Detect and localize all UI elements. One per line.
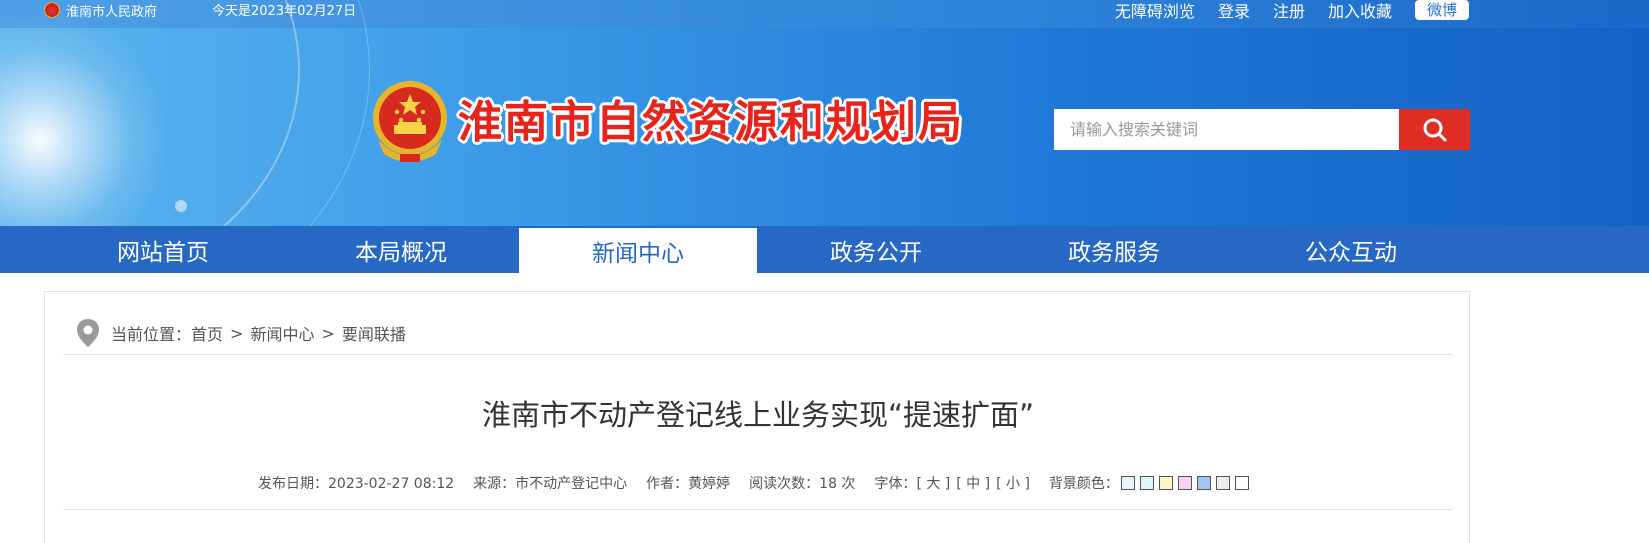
bg-swatch[interactable] [1120,476,1135,490]
location-pin-icon [77,319,99,347]
bg-swatch[interactable] [1215,476,1230,490]
bg-color-label: 背景颜色： [1048,476,1119,492]
breadcrumb-separator: > [321,323,335,343]
nav-home[interactable]: 网站首页 [44,226,282,273]
bg-swatch[interactable] [1158,476,1173,490]
site-title: 淮南市自然资源和规划局 [458,97,964,148]
search-input[interactable] [1054,109,1399,150]
nav-interaction[interactable]: 公众互动 [1232,226,1470,273]
read-count: 阅读次数：18 次 [749,476,856,492]
gov-link-label: 淮南市人民政府 [66,4,158,20]
weibo-button[interactable]: 微博 [1414,0,1469,20]
bg-color-swatches [1120,476,1249,490]
nav-about[interactable]: 本局概况 [282,226,520,273]
article-title: 淮南市不动产登记线上业务实现“提速扩面” [481,398,1035,432]
search-button[interactable] [1399,109,1470,150]
bg-swatch[interactable] [1196,476,1211,490]
breadcrumb: 当前位置： 首页 > 新闻中心 > 要闻联播 [75,318,406,348]
breadcrumb-headlines[interactable]: 要闻联播 [342,321,406,345]
font-size-large[interactable]: [ 大 ] [916,473,950,493]
nav-services[interactable]: 政务服务 [995,226,1233,273]
bookmark-link[interactable]: 加入收藏 [1328,0,1392,22]
divider [63,354,1451,355]
gov-link[interactable]: 淮南市人民政府 [44,0,157,20]
article-meta: 发布日期：2023-02-27 08:12 来源：市不动产登记中心 作者：黄婷婷… [258,473,1249,493]
bg-swatch[interactable] [1139,476,1154,490]
bg-swatch[interactable] [1177,476,1192,490]
breadcrumb-separator: > [230,323,244,343]
top-links: 无障碍浏览 登录 注册 加入收藏 微博 [1115,0,1469,22]
national-emblem-icon [373,81,447,162]
bg-swatch[interactable] [1234,476,1249,490]
breadcrumb-news[interactable]: 新闻中心 [250,321,314,345]
breadcrumb-prefix: 当前位置： [111,325,192,344]
breadcrumb-home[interactable]: 首页 [191,321,223,345]
article-source: 来源：市不动产登记中心 [473,476,628,492]
article-card: 当前位置： 首页 > 新闻中心 > 要闻联播 淮南市不动产登记线上业务实现“提速… [44,291,1470,543]
accessibility-link[interactable]: 无障碍浏览 [1115,0,1195,22]
register-link[interactable]: 注册 [1273,0,1305,22]
font-size-label: 字体： [874,476,917,492]
current-date: 今天是2023年02月27日 [212,3,357,19]
article-author: 作者：黄婷婷 [646,476,731,492]
publish-date: 发布日期：2023-02-27 08:12 [258,476,455,492]
search-icon [1423,118,1446,141]
main-nav: 网站首页 本局概况 新闻中心 政务公开 政务服务 公众互动 [0,226,1649,273]
login-link[interactable]: 登录 [1218,0,1250,22]
decorative-dot [175,200,187,212]
emblem-small-icon [44,2,60,18]
divider [63,509,1451,510]
font-size-small[interactable]: [ 小 ] [996,473,1030,493]
font-size-medium[interactable]: [ 中 ] [956,473,990,493]
header-banner: 淮南市人民政府 今天是2023年02月27日 无障碍浏览 登录 注册 加入收藏 … [0,0,1649,226]
nav-gov-affairs[interactable]: 政务公开 [757,226,995,273]
nav-news[interactable]: 新闻中心 [519,228,757,273]
